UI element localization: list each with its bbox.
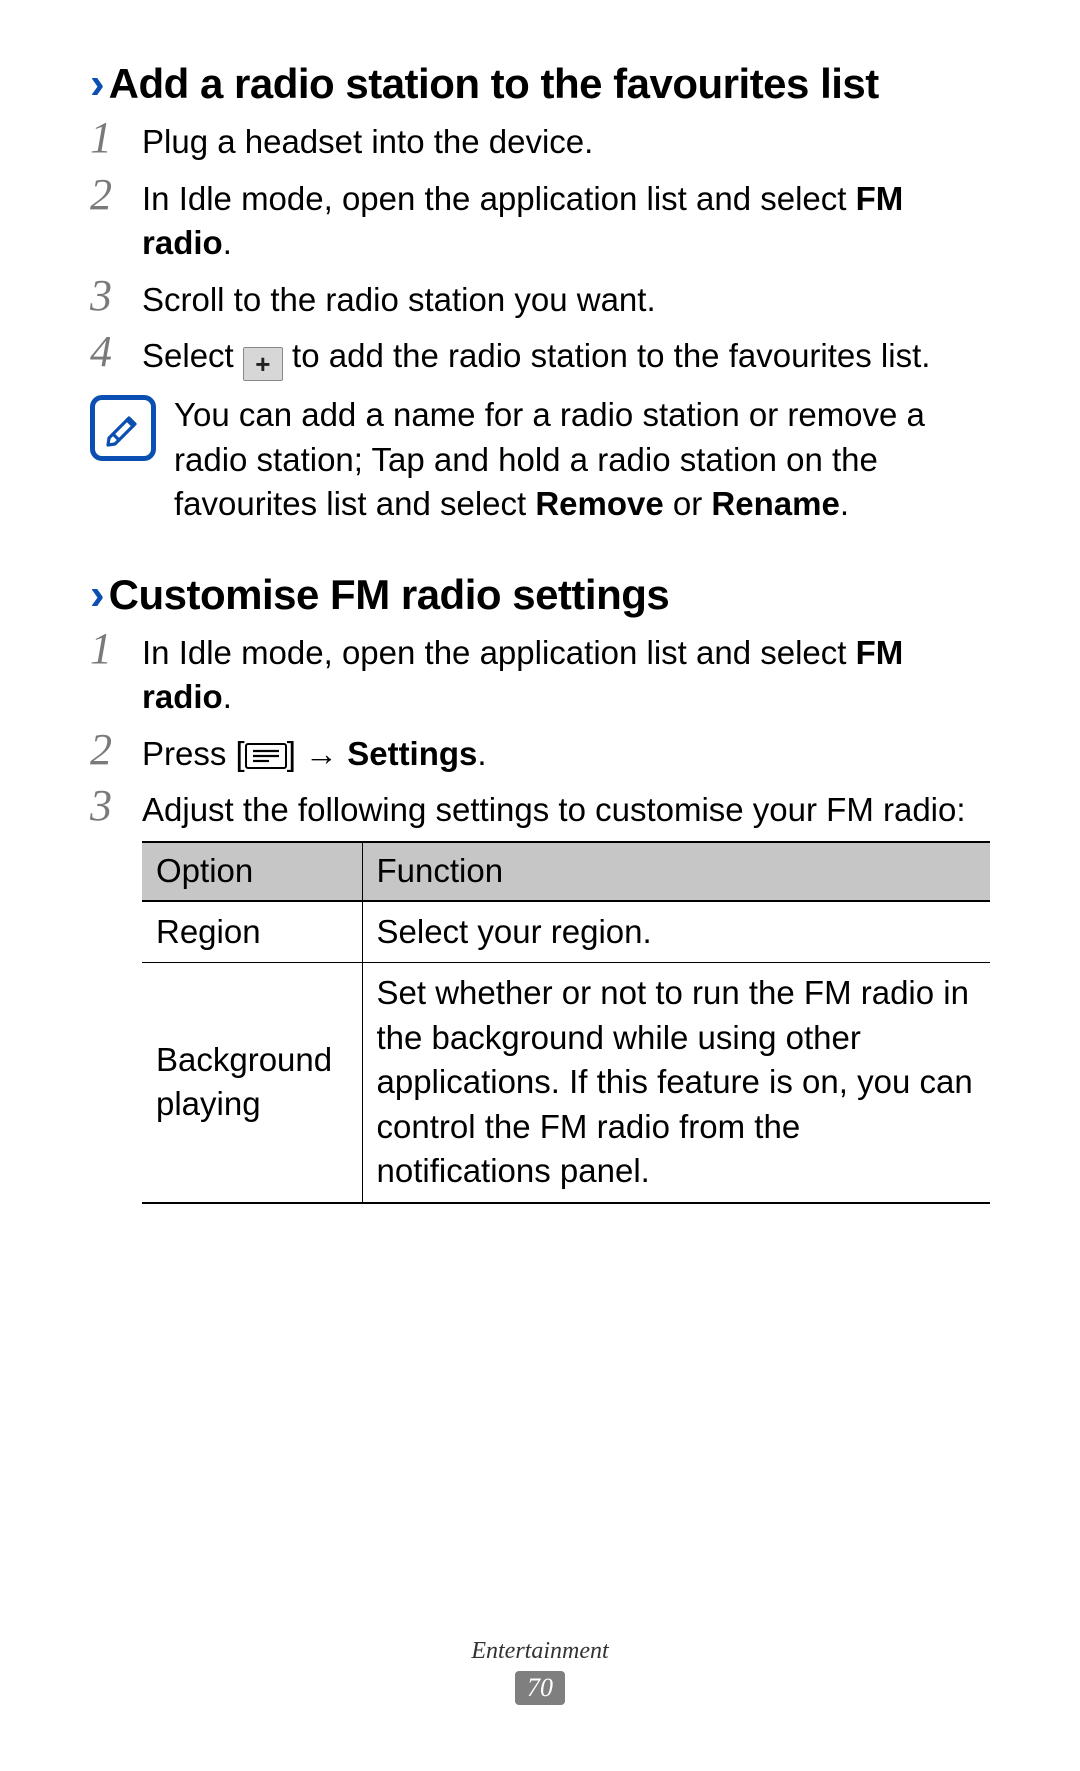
step-number: 2 [90,728,124,772]
footer-category: Entertainment [0,1638,1080,1665]
note-icon [90,395,156,461]
section1-heading: › Add a radio station to the favourites … [90,60,990,108]
table-cell-function: Set whether or not to run the FM radio i… [362,963,990,1203]
note-text: You can add a name for a radio station o… [174,393,990,527]
text: In Idle mode, open the application list … [142,180,856,217]
table-cell-option: Background playing [142,963,362,1203]
text: . [477,735,486,772]
section1-steps: 1 Plug a headset into the device. 2 In I… [90,120,990,381]
text: Select [142,337,243,374]
table-row: Region Select your region. [142,901,990,963]
bold-text: Rename [711,485,839,522]
text: In Idle mode, open the application list … [142,634,856,671]
menu-icon [245,743,287,769]
chevron-right-icon: › [90,62,105,106]
text: ] → [287,735,348,772]
step-number: 1 [90,627,124,671]
text: Adjust the following settings to customi… [142,788,990,833]
text: Press [ [142,735,245,772]
step: 4 Select + to add the radio station to t… [90,334,990,381]
step: 2 Press [] → Settings. [90,732,990,777]
step-number: 1 [90,116,124,160]
page-number-badge: 70 [515,1671,565,1705]
text: . [840,485,849,522]
step-text: Press [ ] → Settings. [142,732,990,777]
step: 3 Adjust the following settings to custo… [90,788,990,1203]
step: 1 Plug a headset into the device. [90,120,990,165]
section2-heading: › Customise FM radio settings [90,571,990,619]
step-text: Adjust the following settings to customi… [142,788,990,1203]
step-number: 2 [90,173,124,217]
table-header-option: Option [142,842,362,901]
chevron-right-icon: › [90,573,105,617]
table-cell-function: Select your region. [362,901,990,963]
plus-icon: + [243,347,283,381]
text: . [223,678,232,715]
table-header-function: Function [362,842,990,901]
settings-table: Option Function Region Select your regio… [142,841,990,1204]
step: 2 In Idle mode, open the application lis… [90,177,990,266]
text: or [664,485,712,522]
note: You can add a name for a radio station o… [90,393,990,527]
step: 3 Scroll to the radio station you want. [90,278,990,323]
section2-title: Customise FM radio settings [109,571,670,619]
table-row: Background playing Set whether or not to… [142,963,990,1203]
step-number: 3 [90,784,124,828]
page-footer: Entertainment 70 [0,1638,1080,1705]
step-number: 3 [90,274,124,318]
step: 1 In Idle mode, open the application lis… [90,631,990,720]
text: . [223,224,232,261]
section1-title: Add a radio station to the favourites li… [109,60,879,108]
step-text: Select + to add the radio station to the… [142,334,990,381]
step-text: In Idle mode, open the application list … [142,177,990,266]
text: to add the radio station to the favourit… [283,337,931,374]
page: › Add a radio station to the favourites … [0,0,1080,1771]
step-number: 4 [90,330,124,374]
bold-text: Settings [347,735,477,772]
step-text: In Idle mode, open the application list … [142,631,990,720]
step-text: Plug a headset into the device. [142,120,990,165]
section2-steps: 1 In Idle mode, open the application lis… [90,631,990,1204]
step-text: Scroll to the radio station you want. [142,278,990,323]
table-cell-option: Region [142,901,362,963]
bold-text: Remove [535,485,663,522]
